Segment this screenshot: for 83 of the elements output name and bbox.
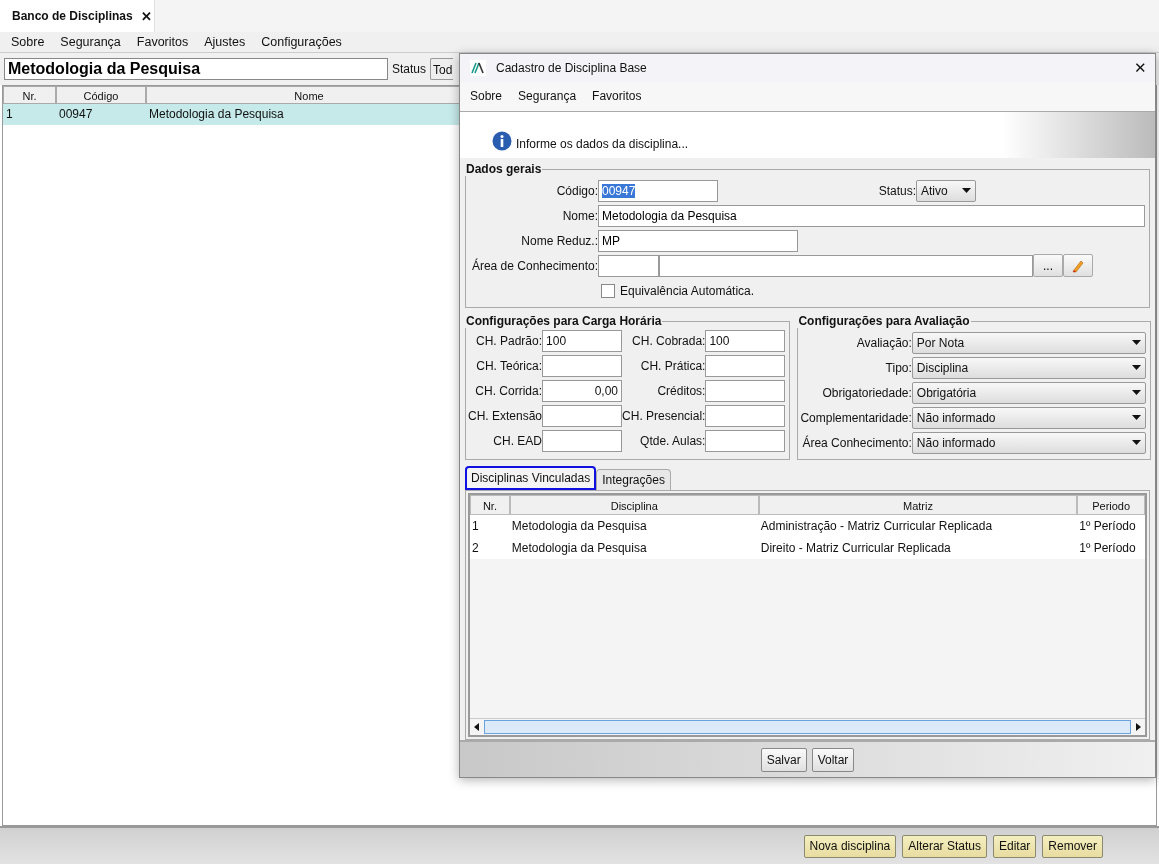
menu-item[interactable]: Segurança bbox=[518, 89, 577, 104]
action-button[interactable]: Remover bbox=[1042, 834, 1103, 858]
menu-item[interactable]: Sobre bbox=[11, 35, 45, 49]
menu-item[interactable]: Favoritos bbox=[136, 35, 189, 49]
table-cell-text: 00947 bbox=[58, 106, 94, 123]
code-field[interactable]: 00947 bbox=[598, 179, 718, 202]
input-field[interactable]: 100 bbox=[705, 330, 786, 353]
column-header[interactable]: Nr. bbox=[470, 495, 510, 516]
close-icon[interactable]: ✕ bbox=[1134, 58, 1147, 77]
column-header[interactable]: Matriz bbox=[758, 495, 1078, 516]
table-cell-text: Administração - Matriz Curricular Replicada bbox=[759, 518, 994, 536]
table-cell-text: 1º Período bbox=[1078, 518, 1137, 536]
input-field[interactable]: 100 bbox=[542, 330, 623, 353]
group-title: Dados gerais bbox=[465, 162, 543, 177]
table-cell-text: Metodologia da Pesquisa bbox=[510, 540, 648, 558]
field-label: Área Conhecimento: bbox=[802, 435, 912, 450]
column-header[interactable]: Disciplina bbox=[509, 495, 759, 516]
field-label: Complementaridade: bbox=[800, 410, 912, 425]
field-label: Avaliação: bbox=[856, 335, 912, 350]
search-field[interactable]: Metodologia da Pesquisa bbox=[4, 58, 388, 80]
menu-item[interactable]: Segurança bbox=[60, 35, 121, 49]
status-dropdown[interactable]: Ativo bbox=[916, 179, 976, 202]
field-label: Nome: bbox=[561, 208, 598, 223]
info-message: Informe os dados da disciplina... bbox=[516, 137, 689, 152]
column-header[interactable]: Periodo bbox=[1077, 495, 1145, 516]
close-icon[interactable]: ✕ bbox=[140, 8, 152, 24]
action-button[interactable]: Alterar Status bbox=[902, 834, 987, 858]
menu-item[interactable]: Ajustes bbox=[204, 35, 246, 49]
tab[interactable]: Disciplinas Vinculadas bbox=[465, 466, 597, 491]
browse-button[interactable]: ... bbox=[1033, 254, 1063, 278]
dialog-button[interactable]: Salvar bbox=[760, 747, 807, 772]
field-value: 100 bbox=[546, 334, 567, 349]
field-label: CH. Presencial: bbox=[622, 409, 706, 424]
dialog-title: Cadastro de Disciplina Base bbox=[496, 60, 648, 75]
dialog-button[interactable]: Voltar bbox=[811, 747, 855, 772]
field-label: CH. EAD bbox=[493, 434, 543, 449]
select-dropdown[interactable]: Disciplina bbox=[911, 356, 1146, 379]
field-label: Qtde. Aulas: bbox=[640, 434, 706, 449]
tab[interactable]: Integrações bbox=[596, 469, 671, 491]
table-cell-text: 1 bbox=[5, 106, 14, 123]
input-field[interactable]: 0,00 bbox=[542, 380, 623, 403]
field-value: 0,00 bbox=[594, 384, 619, 399]
field-label: Código: bbox=[555, 183, 598, 198]
column-header[interactable]: Nr. bbox=[3, 86, 56, 104]
field-label: CH. Prática: bbox=[640, 359, 706, 374]
tab-title: Banco de Disciplinas bbox=[12, 9, 133, 23]
action-button[interactable]: Editar bbox=[992, 834, 1037, 858]
select-dropdown[interactable]: Obrigatória bbox=[911, 381, 1146, 404]
short-name-field[interactable]: MP bbox=[598, 229, 798, 252]
field-value: 00947 bbox=[602, 183, 636, 198]
table-cell-text: Metodologia da Pesquisa bbox=[148, 106, 285, 123]
name-field[interactable]: Metodologia da Pesquisa bbox=[598, 204, 1145, 227]
menu-item[interactable]: Sobre bbox=[470, 89, 503, 104]
field-label: Área de Conhecimento: bbox=[470, 258, 598, 273]
field-label: CH. Extensão bbox=[468, 409, 543, 424]
group-title: Configurações para Avaliação bbox=[797, 314, 971, 329]
field-value: 100 bbox=[709, 334, 730, 349]
table-cell-text: Metodologia da Pesquisa bbox=[510, 518, 648, 536]
status-dropdown[interactable]: Tod bbox=[430, 58, 454, 80]
menu-item[interactable]: Configurações bbox=[261, 35, 342, 49]
field-label: CH. Teórica: bbox=[476, 359, 543, 374]
select-dropdown[interactable]: Não informado bbox=[911, 406, 1146, 429]
field-label: Tipo: bbox=[885, 360, 912, 375]
field-label: Obrigatoriedade: bbox=[822, 385, 912, 400]
field-label: Nome Reduz.: bbox=[520, 233, 598, 248]
group-title: Configurações para Carga Horária bbox=[465, 314, 663, 329]
select-dropdown[interactable]: Não informado bbox=[911, 431, 1146, 454]
field-label: CH. Padrão: bbox=[476, 334, 543, 349]
table-cell-text: 1º Período bbox=[1078, 540, 1137, 558]
table-cell-text: 1 bbox=[471, 518, 480, 536]
table-cell-text: 2 bbox=[471, 540, 480, 558]
action-button[interactable]: Nova disciplina bbox=[803, 834, 897, 858]
status-label: Status bbox=[392, 62, 427, 76]
table-cell-text: Direito - Matriz Curricular Replicada bbox=[759, 540, 952, 558]
select-dropdown[interactable]: Por Nota bbox=[911, 331, 1146, 354]
column-header[interactable]: Código bbox=[56, 86, 146, 104]
checkbox-label: Equivalência Automática. bbox=[620, 283, 755, 298]
window-tab[interactable]: Banco de Disciplinas ✕ bbox=[0, 0, 155, 32]
field-label: Status: bbox=[877, 183, 916, 198]
field-label: CH. Cobrada: bbox=[632, 334, 706, 349]
menu-item[interactable]: Favoritos bbox=[592, 89, 642, 104]
field-label: CH. Corrida: bbox=[475, 384, 543, 399]
field-label: Créditos: bbox=[657, 384, 706, 399]
